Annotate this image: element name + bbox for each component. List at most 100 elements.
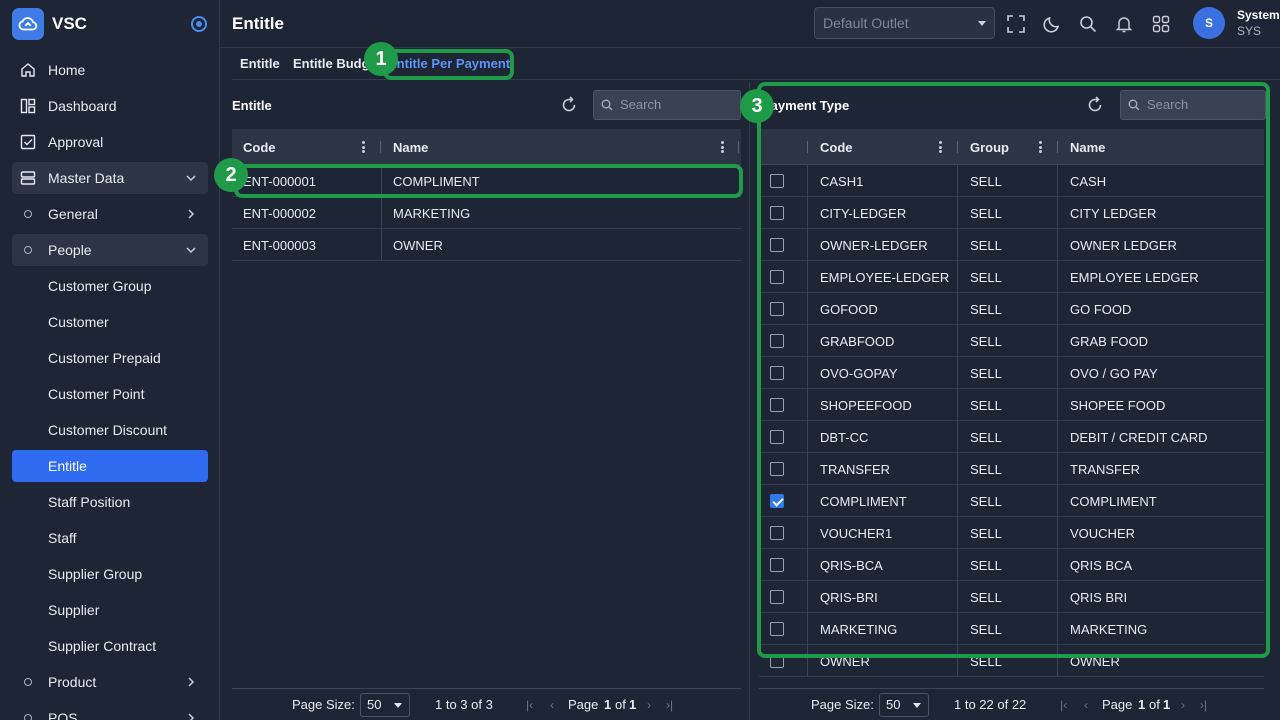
page-word: Page (568, 697, 599, 712)
next-page-icon[interactable]: › (1181, 698, 1185, 712)
cell-code: ENT-000003 (243, 237, 316, 253)
sidebar-item-label: Dashboard (48, 98, 117, 114)
sidebar-item-supplier-group[interactable]: Supplier Group (12, 558, 208, 590)
sidebar-item-label: Customer (48, 314, 109, 330)
sidebar-item-dashboard[interactable]: Dashboard (12, 90, 208, 122)
tab-entitle-budget[interactable]: Entitle Budget (293, 56, 372, 71)
sidebar-item-label: Entitle (48, 458, 87, 474)
sidebar-item-label: Master Data (48, 170, 125, 186)
page-size-value: 50 (886, 697, 901, 712)
last-page-icon[interactable]: ›| (666, 698, 673, 712)
last-page-icon[interactable]: ›| (1200, 698, 1207, 712)
bullet-icon (24, 210, 32, 218)
approval-icon (20, 134, 36, 150)
page-word: Page (1102, 697, 1133, 712)
search-icon (601, 99, 613, 111)
tab-entitle[interactable]: Entitle (240, 56, 280, 71)
bullet-icon (24, 246, 32, 254)
page-size-select[interactable]: 50 (360, 693, 410, 717)
sidebar-item-label: POS (48, 710, 78, 720)
row-range: 1 to 3 of 3 (435, 697, 493, 712)
entitle-panel-title: Entitle (232, 98, 272, 113)
sidebar-item-general[interactable]: General (12, 198, 208, 230)
search-icon[interactable] (1078, 14, 1098, 34)
sidebar-item-label: Customer Discount (48, 422, 168, 438)
search-placeholder: Search (620, 97, 662, 112)
sidebar-item-supplier[interactable]: Supplier (12, 594, 208, 626)
sidebar-item-supplier-contract[interactable]: Supplier Contract (12, 630, 208, 662)
callout-badge-2: 2 (214, 158, 248, 192)
brand[interactable]: VSC (12, 8, 87, 40)
column-header-code[interactable]: Code (243, 129, 276, 165)
user-code: SYS (1237, 24, 1262, 38)
sidebar-item-customer[interactable]: Customer (12, 306, 208, 338)
sidebar-item-product[interactable]: Product (12, 666, 208, 698)
column-resize-handle[interactable] (380, 141, 381, 153)
sidebar-item-label: Supplier Contract (48, 638, 157, 654)
avatar[interactable]: S (1193, 7, 1225, 39)
dark-mode-moon-icon[interactable] (1042, 14, 1062, 34)
refresh-icon[interactable] (560, 96, 578, 114)
first-page-icon[interactable]: |‹ (526, 698, 533, 712)
sidebar-item-customer-discount[interactable]: Customer Discount (12, 414, 208, 446)
entitle-pager: Page Size: 50 1 to 3 of 3 |‹ ‹ Page 1 of… (232, 688, 741, 720)
fullscreen-icon[interactable] (1006, 14, 1026, 34)
sidebar-item-customer-point[interactable]: Customer Point (12, 378, 208, 410)
column-menu-icon[interactable] (721, 141, 724, 153)
column-header-name[interactable]: Name (393, 129, 428, 165)
sidebar-item-pos[interactable]: POS (12, 702, 208, 720)
outlet-select[interactable]: Default Outlet (814, 7, 995, 39)
column-menu-icon[interactable] (362, 141, 365, 153)
sidebar-item-master-data[interactable]: Master Data (12, 162, 208, 194)
sidebar-item-people[interactable]: People (12, 234, 208, 266)
sidebar-item-label: People (48, 242, 92, 258)
chevron-right-icon (188, 677, 195, 687)
sidebar-item-entitle[interactable]: Entitle (12, 450, 208, 482)
total-pages: 1 (629, 697, 637, 712)
sidebar-item-label: Staff (48, 530, 77, 546)
entitle-search-input[interactable]: Search (593, 90, 741, 120)
database-icon (20, 170, 36, 186)
dropdown-caret-icon (394, 703, 402, 708)
topbar: Entitle Default Outlet S System SYS (220, 0, 1280, 48)
page-size-select[interactable]: 50 (879, 693, 929, 717)
column-resize-handle[interactable] (738, 141, 739, 153)
page-size-value: 50 (367, 697, 382, 712)
page-size-label: Page Size: (811, 697, 874, 712)
row-range: 1 to 22 of 22 (954, 697, 1027, 712)
chevron-down-icon (186, 247, 196, 254)
sidebar-item-home[interactable]: Home (12, 54, 208, 86)
table-row[interactable]: ENT-000002 MARKETING (232, 197, 741, 229)
next-page-icon[interactable]: › (647, 698, 651, 712)
current-page: 1 (1138, 697, 1146, 712)
sidebar-pin-toggle[interactable] (191, 16, 207, 32)
table-row[interactable]: ENT-000003 OWNER (232, 229, 741, 261)
first-page-icon[interactable]: |‹ (1060, 698, 1067, 712)
sidebar-item-label: Supplier (48, 602, 100, 618)
sidebar-item-customer-prepaid[interactable]: Customer Prepaid (12, 342, 208, 374)
dropdown-caret-icon (978, 21, 986, 26)
sidebar-item-label: Home (48, 62, 86, 78)
prev-page-icon[interactable]: ‹ (1084, 698, 1088, 712)
panel-divider (749, 82, 750, 720)
cloud-logo-icon (12, 8, 44, 40)
payment-type-pager: Page Size: 50 1 to 22 of 22 |‹ ‹ Page 1 … (759, 688, 1264, 720)
sidebar-item-staff-position[interactable]: Staff Position (12, 486, 208, 518)
prev-page-icon[interactable]: ‹ (550, 698, 554, 712)
sidebar-item-label: Supplier Group (48, 566, 143, 582)
sidebar-item-approval[interactable]: Approval (12, 126, 208, 158)
user-name[interactable]: System (1237, 8, 1280, 22)
current-page: 1 (604, 697, 612, 712)
sidebar-item-label: Product (48, 674, 97, 690)
apps-grid-icon[interactable] (1151, 14, 1171, 34)
entitle-grid-header: Code Name (232, 129, 741, 165)
sidebar-item-staff[interactable]: Staff (12, 522, 208, 554)
dashboard-icon (20, 98, 36, 114)
callout-box-row (234, 164, 743, 198)
sidebar-item-label: Customer Prepaid (48, 350, 161, 366)
sidebar-item-customer-group[interactable]: Customer Group (12, 270, 208, 302)
bullet-icon (24, 714, 32, 720)
callout-box-payment-panel (757, 82, 1270, 658)
sidebar-item-label: Customer Group (48, 278, 152, 294)
bell-icon[interactable] (1114, 14, 1134, 34)
